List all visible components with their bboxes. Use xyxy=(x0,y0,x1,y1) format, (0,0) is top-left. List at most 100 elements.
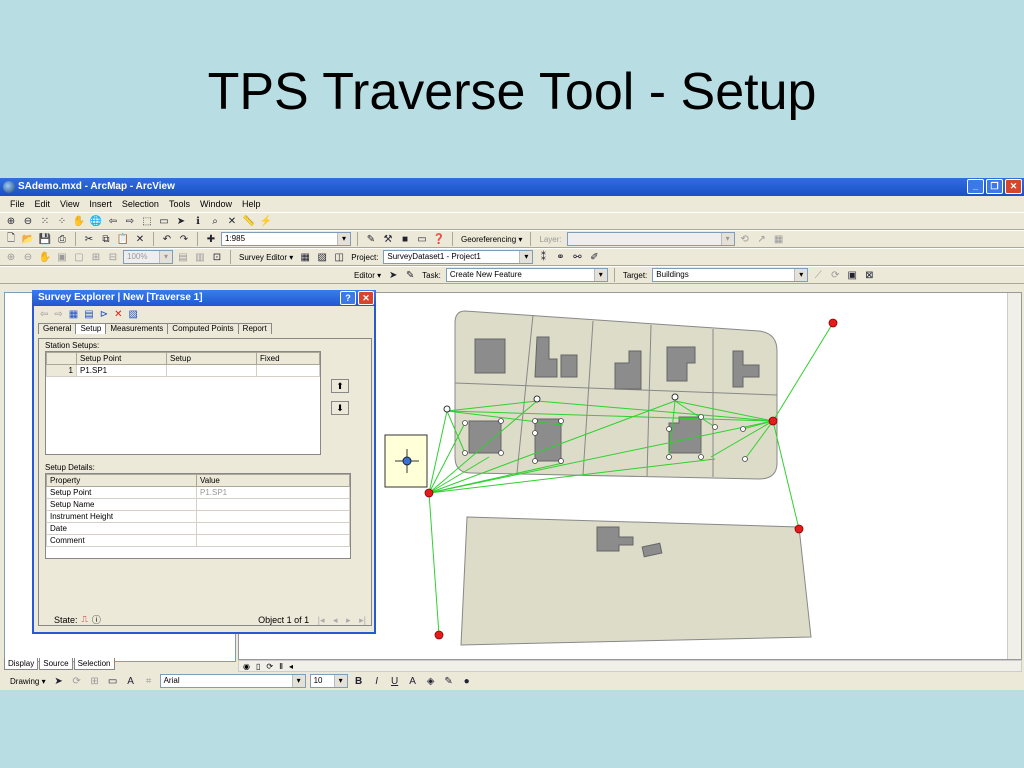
toggle-draft-icon[interactable]: ▤ xyxy=(176,250,190,264)
whats-this-icon[interactable]: ❓ xyxy=(432,232,446,246)
layout-zoom-combo[interactable]: 100% xyxy=(123,250,173,264)
table-row[interactable]: 1 P1.SP1 xyxy=(46,364,320,377)
print-icon[interactable]: ⎙ xyxy=(55,232,69,246)
zoom-selected-icon[interactable]: ⊞ xyxy=(88,674,102,688)
value-cell[interactable]: P1.SP1 xyxy=(196,486,350,499)
dialog-titlebar[interactable]: Survey Explorer | New [Traverse 1] ? ✕ xyxy=(32,290,376,306)
data-view-icon[interactable]: ◉ xyxy=(243,662,250,671)
change-layout-icon[interactable]: ⊡ xyxy=(210,250,224,264)
bold-button[interactable]: B xyxy=(352,674,366,688)
scroll-left-icon[interactable]: ◂ xyxy=(289,662,293,671)
rotate-tool-icon[interactable]: ⟳ xyxy=(828,268,842,282)
font-size-combo[interactable]: 10 xyxy=(309,674,348,688)
tab-source[interactable]: Source xyxy=(39,658,73,670)
table-icon[interactable]: ▤ xyxy=(84,309,93,320)
font-color-icon[interactable]: A xyxy=(406,674,420,688)
survey-chain-icon[interactable]: ⚯ xyxy=(570,250,584,264)
copy-icon[interactable]: ⧉ xyxy=(99,232,113,246)
pause-draw-icon[interactable]: Ⅱ xyxy=(279,662,283,671)
open-folder-icon[interactable]: 📂 xyxy=(21,232,35,246)
georeferencing-menu[interactable]: Georeferencing ▾ xyxy=(459,235,524,244)
tab-setup[interactable]: Setup xyxy=(75,323,107,334)
tab-computed-points[interactable]: Computed Points xyxy=(167,323,239,334)
drawing-menu[interactable]: Drawing ▾ xyxy=(8,677,48,686)
compute-icon[interactable]: ⊳ xyxy=(100,309,108,320)
zoom-in-icon[interactable]: ⊕ xyxy=(4,214,18,228)
redo-icon[interactable]: ↷ xyxy=(177,232,191,246)
zoom-100-icon[interactable]: ▢ xyxy=(72,250,86,264)
rectangle-tool-icon[interactable]: ▭ xyxy=(106,674,120,688)
map-horizontal-scrollbar[interactable]: ◉ ▯ ⟳ Ⅱ ◂ xyxy=(238,660,1022,672)
value-cell[interactable] xyxy=(196,522,350,535)
italic-button[interactable]: I xyxy=(370,674,384,688)
font-combo[interactable]: Arial xyxy=(159,674,306,688)
paste-icon[interactable]: 📋 xyxy=(116,232,130,246)
fixed-cell[interactable] xyxy=(256,364,320,377)
dialog-close-button[interactable]: ✕ xyxy=(358,291,374,305)
select-elements-icon[interactable]: ➤ xyxy=(174,214,188,228)
edit-tool-icon[interactable]: ➤ xyxy=(386,268,400,282)
table-row[interactable]: Setup Point P1.SP1 xyxy=(46,486,350,499)
identify-icon[interactable]: ℹ xyxy=(191,214,205,228)
find-binoculars-icon[interactable]: ⌕ xyxy=(208,214,222,228)
survey-pen-icon[interactable]: ✐ xyxy=(587,250,601,264)
last-record-icon[interactable]: ▸| xyxy=(359,615,366,625)
survey-link-icon[interactable]: ⚭ xyxy=(553,250,567,264)
clear-selection-icon[interactable]: ▭ xyxy=(157,214,171,228)
tab-display[interactable]: Display xyxy=(4,658,39,670)
project-combo[interactable]: SurveyDataset1 - Project1 xyxy=(383,250,534,264)
station-setups-grid[interactable]: Setup Point Setup Fixed 1 P1.SP1 xyxy=(45,351,321,455)
close-button[interactable]: ✕ xyxy=(1005,179,1022,194)
fixed-zoom-out-icon[interactable]: ⁘ xyxy=(55,214,69,228)
arctoolbox-icon[interactable]: ⚒ xyxy=(381,232,395,246)
layout-view-icon[interactable]: ▯ xyxy=(256,662,260,671)
properties-icon[interactable]: ▦ xyxy=(69,309,78,320)
survey-explorer-icon[interactable]: ▦ xyxy=(298,250,312,264)
zoom-whole-page-icon[interactable]: ▣ xyxy=(55,250,69,264)
menu-tools[interactable]: Tools xyxy=(169,196,190,212)
select-elements-arrow-icon[interactable]: ➤ xyxy=(52,674,66,688)
undo-icon[interactable]: ↶ xyxy=(160,232,174,246)
underline-button[interactable]: U xyxy=(388,674,402,688)
menu-view[interactable]: View xyxy=(60,196,79,212)
refresh-icon[interactable]: ⟳ xyxy=(266,662,273,671)
menu-help[interactable]: Help xyxy=(242,196,261,212)
layout-zoom-in-icon[interactable]: ⊕ xyxy=(4,250,18,264)
first-record-icon[interactable]: |◂ xyxy=(318,615,325,625)
table-row[interactable]: Instrument Height xyxy=(46,510,350,523)
move-up-button[interactable]: ⬆ xyxy=(331,379,349,393)
tab-selection[interactable]: Selection xyxy=(73,658,115,670)
new-document-icon[interactable]: 🗋 xyxy=(4,232,18,246)
hyperlink-icon[interactable]: ⚡ xyxy=(259,214,273,228)
menu-edit[interactable]: Edit xyxy=(35,196,51,212)
setup-point-cell[interactable]: P1.SP1 xyxy=(76,364,167,377)
delete-x-icon[interactable]: ✕ xyxy=(114,309,122,320)
menu-window[interactable]: Window xyxy=(200,196,232,212)
layer-combo[interactable] xyxy=(566,232,735,246)
prev-record-icon[interactable]: ◂ xyxy=(333,615,338,625)
attributes-icon[interactable]: ▣ xyxy=(845,268,859,282)
toolbox-icon[interactable]: ■ xyxy=(398,232,412,246)
delete-icon[interactable]: ✕ xyxy=(133,232,147,246)
zoom-out-icon[interactable]: ⊖ xyxy=(21,214,35,228)
sketch-properties-icon[interactable]: ⊠ xyxy=(862,268,876,282)
split-tool-icon[interactable]: ⟋ xyxy=(811,268,825,282)
table-row[interactable]: Setup Name xyxy=(46,498,350,511)
map-scale-combo[interactable]: 1:985 xyxy=(221,232,351,246)
tab-measurements[interactable]: Measurements xyxy=(105,323,169,334)
rotate-icon[interactable]: ⟲ xyxy=(738,232,752,246)
menu-file[interactable]: File xyxy=(10,196,25,212)
forward-arrow-icon[interactable]: ⇨ xyxy=(123,214,137,228)
col-setup-point[interactable]: Setup Point xyxy=(76,352,167,365)
fixed-layout-in-icon[interactable]: ⊞ xyxy=(89,250,103,264)
survey-project-icon[interactable]: ◫ xyxy=(332,250,346,264)
tab-general[interactable]: General xyxy=(38,323,77,334)
line-color-icon[interactable]: ✎ xyxy=(442,674,456,688)
layout-zoom-out-icon[interactable]: ⊖ xyxy=(21,250,35,264)
target-combo[interactable]: Buildings xyxy=(652,268,809,282)
col-fixed[interactable]: Fixed xyxy=(256,352,320,365)
link-icon[interactable]: ↗ xyxy=(755,232,769,246)
pan-hand-icon[interactable]: ✋ xyxy=(72,214,86,228)
help-button[interactable]: ? xyxy=(340,291,356,305)
sketch-tool-icon[interactable]: ✎ xyxy=(403,268,417,282)
